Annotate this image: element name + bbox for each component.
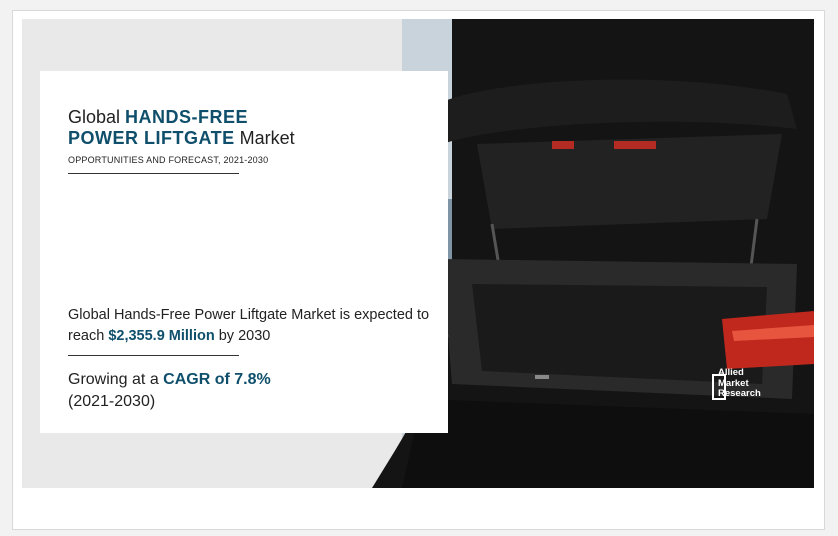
divider [68,355,239,356]
title-highlight-1: HANDS-FREE [125,107,249,127]
cagr-value: CAGR of 7.8% [163,371,271,388]
logo-text: Allied Market Research [718,367,761,400]
cagr-period: (2021-2030) [68,393,156,410]
allied-market-research-logo: Allied Market Research [712,367,798,406]
divider [68,173,239,174]
cagr-statement: Growing at a CAGR of 7.8% (2021-2030) [68,369,271,413]
title-suffix: Market [239,128,295,148]
market-size-statement: Global Hands-Free Power Liftgate Market … [68,305,438,347]
info-card: Global HANDS-FREE POWER LIFTGATE Market … [40,71,448,433]
logo-line-1: Allied [718,367,744,378]
market-size-value: $2,355.9 Million [108,328,215,344]
market-size-suffix: by 2030 [218,328,271,344]
title-highlight-2: POWER LIFTGATE [68,128,235,148]
title-prefix: Global [68,107,121,127]
cagr-prefix: Growing at a [68,371,159,388]
report-title: Global HANDS-FREE POWER LIFTGATE Market [68,107,295,149]
logo-line-3: Research [718,388,761,399]
report-subtitle: OPPORTUNITIES AND FORECAST, 2021-2030 [68,155,269,165]
